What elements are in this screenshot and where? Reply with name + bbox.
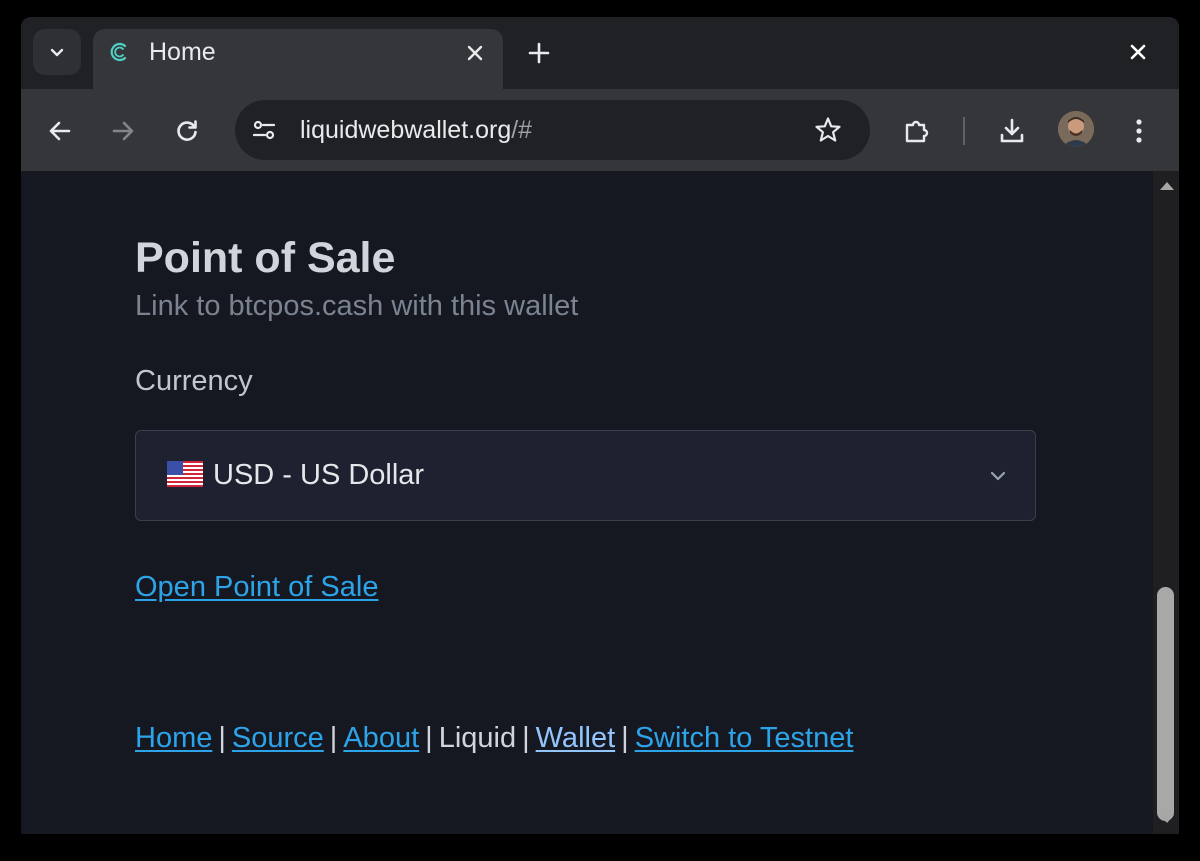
arrow-left-icon — [49, 121, 71, 141]
footer-link-wallet[interactable]: Wallet — [536, 722, 616, 754]
liquid-logo-icon — [110, 42, 127, 62]
profile-avatar[interactable] — [1058, 111, 1094, 147]
footer-link-source[interactable]: Source — [232, 722, 324, 754]
url-text[interactable]: liquidwebwallet.org/# — [300, 115, 532, 145]
footer-separator: | — [621, 722, 629, 754]
chevron-down-icon — [990, 471, 1006, 481]
toolbar-separator — [963, 117, 965, 145]
address-bar[interactable]: liquidwebwallet.org/# — [235, 100, 870, 160]
footer-separator: | — [425, 722, 433, 754]
footer-link-about[interactable]: About — [343, 722, 419, 754]
currency-selected-value: USD - US Dollar — [213, 459, 425, 491]
footer-network-label: Liquid — [438, 722, 517, 754]
downloads-button[interactable] — [992, 111, 1032, 151]
currency-label: Currency — [135, 365, 253, 397]
plus-icon — [528, 42, 550, 64]
footer-separator: | — [522, 722, 530, 754]
flag-image — [167, 461, 203, 487]
back-button[interactable] — [40, 111, 80, 151]
star-icon[interactable] — [813, 115, 843, 145]
url-path: /# — [511, 116, 533, 144]
arrow-right-icon — [112, 121, 134, 141]
tune-icon[interactable] — [251, 117, 277, 143]
currency-select[interactable]: USD - US Dollar — [135, 430, 1036, 521]
reload-icon — [177, 120, 197, 141]
puzzle-icon — [905, 120, 929, 143]
page-scrollbar[interactable] — [1153, 171, 1179, 834]
tab-close-button[interactable] — [463, 41, 487, 65]
avatar-image — [1058, 111, 1094, 147]
scroll-down-arrow-icon[interactable] — [1160, 815, 1174, 823]
close-icon — [1130, 44, 1146, 60]
tab-strip: Home — [21, 17, 1179, 89]
new-tab-button[interactable] — [525, 39, 553, 67]
footer-link-switch-testnet[interactable]: Switch to Testnet — [635, 722, 854, 754]
url-host: liquidwebwallet.org — [300, 116, 512, 144]
page-title: Point of Sale — [135, 234, 396, 282]
us-flag-icon — [167, 461, 203, 489]
forward-button[interactable] — [103, 111, 143, 151]
chevron-down-icon — [50, 48, 64, 57]
tab-search-button[interactable] — [33, 29, 81, 75]
extensions-button[interactable] — [897, 111, 937, 151]
tab-home[interactable]: Home — [93, 29, 503, 89]
window-close-button[interactable] — [1125, 39, 1151, 65]
toolbar: liquidwebwallet.org/# — [21, 89, 1179, 171]
open-point-of-sale-link[interactable]: Open Point of Sale — [135, 569, 378, 605]
footer-separator: | — [329, 722, 338, 754]
kebab-menu-icon — [1136, 119, 1142, 143]
menu-button[interactable] — [1119, 111, 1159, 151]
page-subtitle: Link to btcpos.cash with this wallet — [135, 290, 579, 322]
tab-title: Home — [149, 38, 216, 66]
scrollbar-thumb[interactable] — [1157, 587, 1174, 821]
footer-separator: | — [218, 722, 226, 754]
page-viewport: Point of Sale Link to btcpos.cash with t… — [21, 171, 1153, 834]
close-icon — [467, 45, 483, 61]
footer-nav: Home | Source | About | Liquid | Wallet | Switch t… — [135, 720, 853, 756]
browser-window: Home liquidwebwallet.org/# Point of Sale… — [21, 17, 1179, 834]
reload-button[interactable] — [167, 111, 207, 151]
footer-link-home[interactable]: Home — [135, 722, 212, 754]
scroll-up-arrow-icon[interactable] — [1160, 182, 1174, 190]
download-icon — [1000, 118, 1024, 143]
